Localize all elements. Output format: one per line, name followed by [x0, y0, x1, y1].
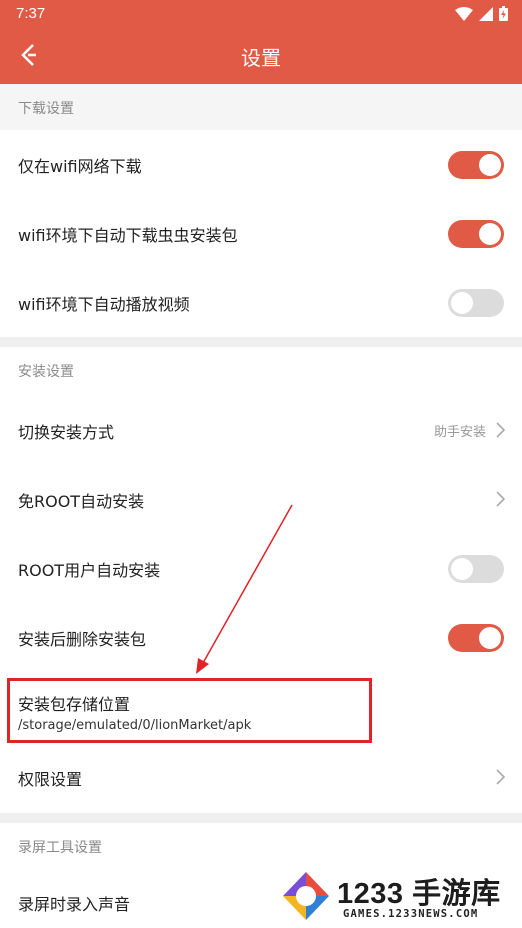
annotation-arrow	[196, 504, 293, 674]
logo-icon	[283, 872, 329, 920]
watermark-brand: 1233 手游库	[337, 878, 501, 910]
watermark: 1233 手游库 GAMES.1233NEWS.COM	[275, 868, 522, 928]
watermark-domain: GAMES.1233NEWS.COM	[343, 908, 479, 920]
